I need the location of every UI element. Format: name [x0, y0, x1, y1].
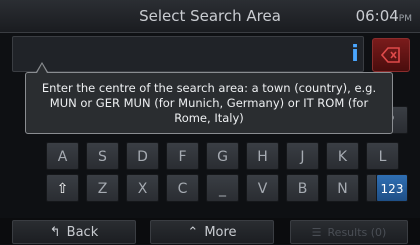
- key-v[interactable]: V: [246, 174, 279, 202]
- clock: 06:04PM: [356, 0, 412, 32]
- search-input[interactable]: i: [12, 36, 364, 72]
- results-label: Results (0): [327, 226, 387, 239]
- key-s[interactable]: S: [86, 142, 119, 170]
- list-icon: ☰: [311, 226, 322, 239]
- key-h[interactable]: H: [246, 142, 279, 170]
- back-button[interactable]: ↰ Back: [12, 220, 136, 244]
- clock-ampm: PM: [398, 14, 412, 24]
- more-label: More: [204, 225, 237, 240]
- key-l[interactable]: L: [366, 142, 399, 170]
- key-k[interactable]: K: [326, 142, 359, 170]
- key-j[interactable]: J: [286, 142, 319, 170]
- key-f[interactable]: F: [166, 142, 199, 170]
- key-b[interactable]: B: [286, 174, 319, 202]
- numbers-key[interactable]: 123: [376, 174, 408, 202]
- key-space[interactable]: _: [206, 174, 239, 202]
- key-n[interactable]: N: [326, 174, 359, 202]
- more-button[interactable]: ⌃ More: [150, 220, 274, 244]
- key-c[interactable]: C: [166, 174, 199, 202]
- back-label: Back: [66, 225, 99, 240]
- key-x[interactable]: X: [126, 174, 159, 202]
- info-icon[interactable]: i: [345, 43, 365, 67]
- help-tooltip: Enter the centre of the search area: a t…: [25, 72, 393, 134]
- clock-time: 06:04: [355, 7, 399, 25]
- key-a[interactable]: A: [46, 142, 79, 170]
- shift-key[interactable]: ⇧: [46, 174, 79, 202]
- results-button: ☰ Results (0): [290, 220, 408, 244]
- key-d[interactable]: D: [126, 142, 159, 170]
- backspace-icon: [381, 47, 400, 63]
- key-g[interactable]: G: [206, 142, 239, 170]
- chevron-up-icon: ⌃: [187, 225, 199, 240]
- search-row: i: [12, 36, 410, 72]
- title-bar: Select Search Area 06:04PM: [0, 0, 420, 33]
- back-arrow-icon: ↰: [49, 225, 61, 240]
- delete-button[interactable]: [372, 38, 410, 72]
- tooltip-pointer-inner: [37, 64, 47, 73]
- key-z[interactable]: Z: [86, 174, 119, 202]
